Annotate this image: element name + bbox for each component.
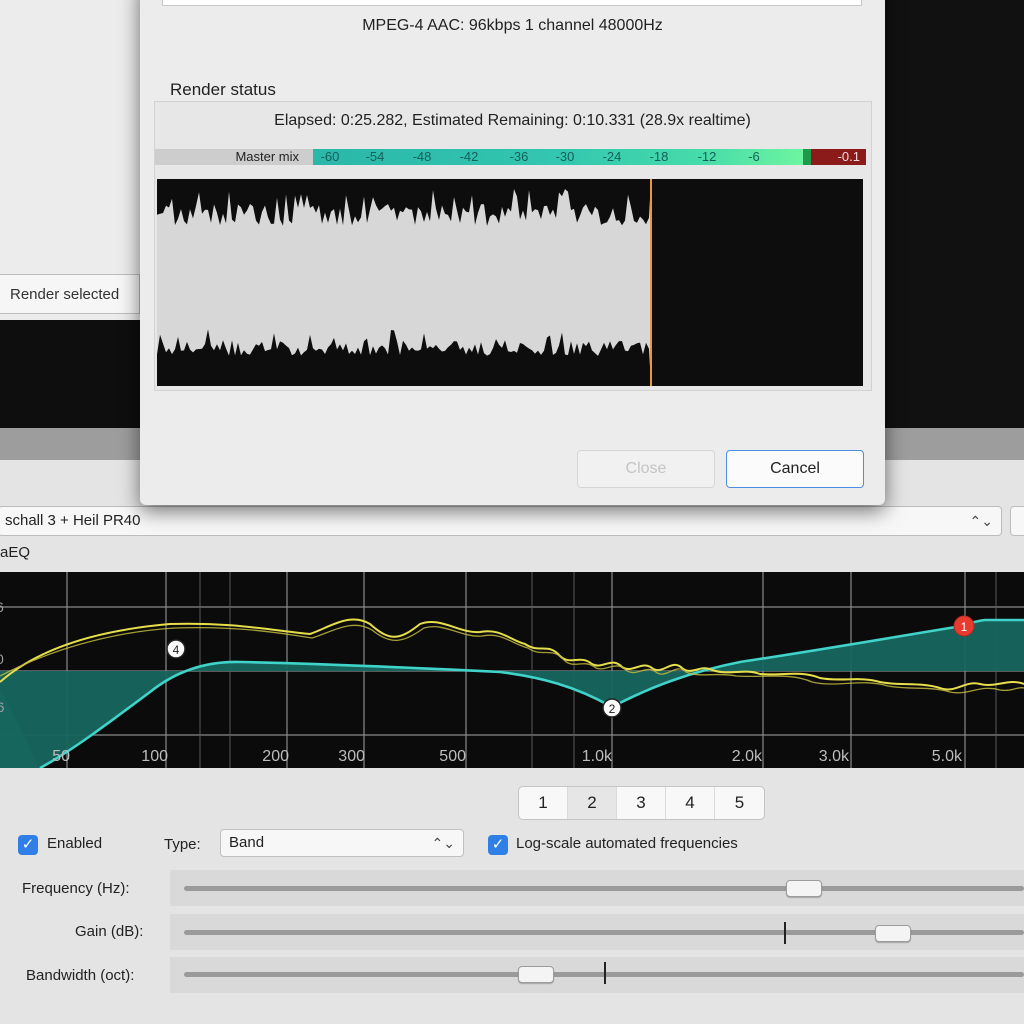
check-icon: ✓ <box>21 836 35 853</box>
meter-tick: -30 <box>555 149 575 164</box>
band-tabs: 1 2 3 4 5 <box>518 786 765 820</box>
db-label: 0 <box>0 651 4 667</box>
bandwidth-default-tick <box>604 962 606 984</box>
type-value: Band <box>229 834 265 851</box>
band-tab-2[interactable]: 2 <box>568 787 617 819</box>
host-left-panel <box>0 0 145 320</box>
type-label: Type: <box>164 836 201 853</box>
frequency-slider-thumb[interactable] <box>786 880 822 897</box>
meter-tick: -54 <box>365 149 385 164</box>
meter-tick: -60 <box>320 149 340 164</box>
bandwidth-label: Bandwidth (oct): <box>26 967 135 984</box>
frequency-label: Frequency (Hz): <box>22 880 130 897</box>
band-node-1[interactable]: 1 <box>953 615 975 637</box>
frequency-slider[interactable] <box>184 886 1024 891</box>
enabled-checkbox[interactable]: ✓ <box>18 835 38 855</box>
gain-label: Gain (dB): <box>75 923 144 940</box>
freq-label: 300 <box>338 748 365 765</box>
format-info: MPEG-4 AAC: 96kbps 1 channel 48000Hz <box>362 17 663 34</box>
check-icon: ✓ <box>491 836 505 853</box>
svg-text:1: 1 <box>961 620 968 634</box>
log-scale-checkbox[interactable]: ✓ <box>488 835 508 855</box>
output-path-field[interactable] <box>162 0 862 6</box>
band-tab-4[interactable]: 4 <box>666 787 715 819</box>
db-label: 6 <box>0 599 4 615</box>
meter-tick: -42 <box>459 149 479 164</box>
freq-label: 100 <box>141 748 168 765</box>
close-button[interactable]: Close <box>577 450 715 488</box>
freq-label: 500 <box>439 748 466 765</box>
render-dialog: MPEG-4 AAC: 96kbps 1 channel 48000Hz Ren… <box>140 0 885 505</box>
bandwidth-slider-thumb[interactable] <box>518 966 554 983</box>
meter-level <box>803 149 811 165</box>
host-right-panel <box>885 0 1024 430</box>
gain-zero-tick <box>784 922 786 944</box>
updown-chevron-icon: ⌃⌄ <box>431 835 455 851</box>
meter-tick: -18 <box>649 149 669 164</box>
meter-label: Master mix <box>155 149 313 165</box>
meter-tick: -36 <box>509 149 529 164</box>
meter-tick: -24 <box>602 149 622 164</box>
band-tab-5[interactable]: 5 <box>715 787 764 819</box>
render-waveform <box>157 179 863 386</box>
svg-text:4: 4 <box>173 643 180 657</box>
meter-tick: -48 <box>412 149 432 164</box>
freq-label: 2.0k <box>732 748 763 765</box>
meter-peak: -0.1 <box>811 149 866 165</box>
meter-tick: -12 <box>697 149 717 164</box>
band-node-4[interactable]: 4 <box>166 639 186 659</box>
elapsed-text: Elapsed: 0:25.282, Estimated Remaining: … <box>274 112 751 129</box>
svg-text:2: 2 <box>609 702 616 716</box>
band-tab-3[interactable]: 3 <box>617 787 666 819</box>
meter-scale: -60 -54 -48 -42 -36 -30 -24 -18 -12 -6 <box>313 149 803 165</box>
enabled-label: Enabled <box>47 835 103 852</box>
freq-label: 3.0k <box>819 748 850 765</box>
cancel-button[interactable]: Cancel <box>726 450 864 488</box>
band-tab-1[interactable]: 1 <box>519 787 568 819</box>
freq-label: 5.0k <box>932 748 963 765</box>
type-select[interactable]: Band ⌃⌄ <box>220 829 464 857</box>
meter-tick: -6 <box>748 149 760 164</box>
db-label: -6 <box>0 699 5 715</box>
band-node-2[interactable]: 2 <box>602 698 622 718</box>
freq-label: 1.0k <box>582 748 613 765</box>
freq-label: 50 <box>52 748 70 765</box>
gain-slider-thumb[interactable] <box>875 925 911 942</box>
preset-value: schall 3 + Heil PR40 <box>5 512 141 529</box>
render-selected-button[interactable]: Render selected <box>0 274 140 314</box>
updown-chevron-icon: ⌃⌄ <box>969 513 993 529</box>
master-meter: Master mix -60 -54 -48 -42 -36 -30 -24 -… <box>155 149 866 165</box>
preset-select[interactable]: schall 3 + Heil PR40 ⌃⌄ <box>0 506 1002 536</box>
preset-options-button[interactable] <box>1010 506 1024 536</box>
eq-graph[interactable]: 4 2 1 6 0 -6 50 100 200 300 500 1.0k 2.0… <box>0 572 1024 768</box>
log-scale-label: Log-scale automated frequencies <box>516 835 738 852</box>
freq-label: 200 <box>262 748 289 765</box>
plugin-title: aEQ <box>0 544 31 561</box>
render-status-label: Render status <box>170 80 276 99</box>
